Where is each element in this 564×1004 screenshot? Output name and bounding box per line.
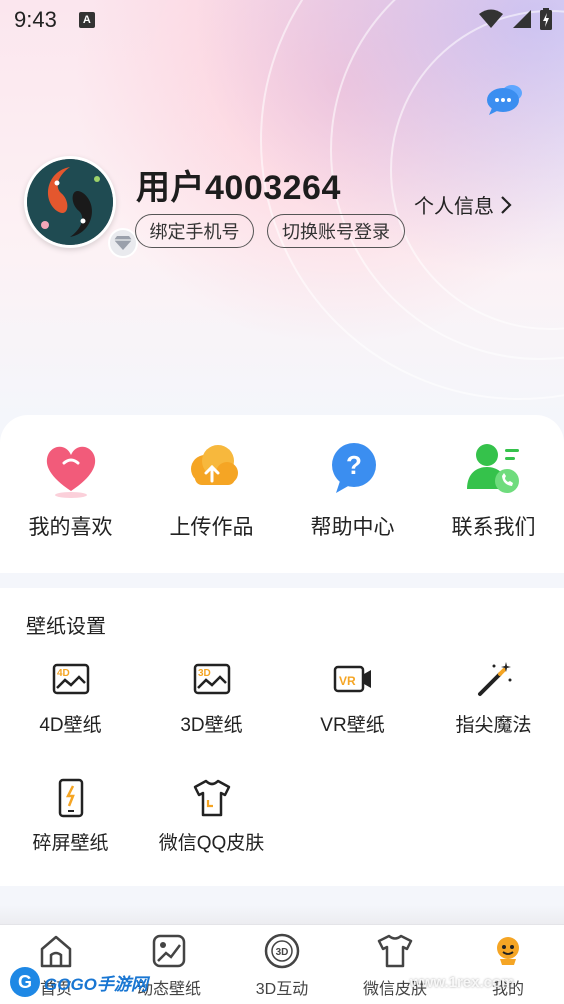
- setting-label: 3D壁纸: [180, 715, 243, 736]
- status-icons: [478, 8, 552, 30]
- wallpaper-settings-card: 壁纸设置 4D 4D壁纸 3D 3D壁纸 VR VR壁纸 指尖魔法 碎屏壁纸 微…: [0, 588, 564, 886]
- heart-icon: [46, 446, 95, 498]
- avatar[interactable]: [24, 156, 116, 248]
- username: 用户4003264: [136, 169, 341, 207]
- watermark-logo: G GOGO手游网: [10, 964, 148, 1000]
- koi-fish-avatar-icon: [27, 159, 113, 245]
- vr-camera-icon: VR: [333, 665, 371, 693]
- chevron-right-icon: [501, 195, 512, 214]
- setting-label: 4D壁纸: [39, 715, 102, 736]
- quick-action-help[interactable]: ? 帮助中心: [282, 437, 423, 547]
- wifi-icon: [479, 9, 503, 28]
- svg-text:3D: 3D: [276, 947, 289, 958]
- setting-fingertip-magic[interactable]: 指尖魔法: [423, 660, 564, 750]
- setting-cracked-screen[interactable]: 碎屏壁纸: [0, 778, 141, 868]
- profile-section: 用户4003264 绑定手机号 切换账号登录 个人信息: [24, 156, 544, 266]
- svg-text:VR: VR: [339, 674, 356, 688]
- personal-info-label: 个人信息: [414, 196, 494, 218]
- quick-actions-card: 我的喜欢 上传作品 ? 帮助中心 联系我们: [0, 415, 564, 573]
- 3d-circle-icon: 3D: [264, 933, 300, 969]
- nav-wechat-skin[interactable]: 微信皮肤: [339, 933, 451, 1003]
- cellular-signal-icon: [513, 10, 531, 28]
- setting-label: 指尖魔法: [455, 715, 532, 736]
- nav-mine[interactable]: 我的: [452, 933, 564, 1003]
- section-title: 壁纸设置: [26, 616, 106, 638]
- tshirt-icon: [377, 934, 413, 968]
- magic-wand-icon: [477, 662, 511, 696]
- setting-4d-wallpaper[interactable]: 4D 4D壁纸: [0, 660, 141, 750]
- watermark-url: www.1rex.com: [410, 974, 515, 991]
- nav-label: 3D互动: [255, 981, 309, 998]
- setting-label: VR壁纸: [320, 715, 385, 736]
- tshirt-icon: [193, 779, 230, 817]
- watermark-g-icon: G: [10, 967, 40, 997]
- quick-action-label: 帮助中心: [310, 516, 395, 539]
- divider: [0, 905, 564, 925]
- switch-account-button[interactable]: 切换账号登录: [267, 214, 405, 248]
- svg-text:?: ?: [346, 450, 362, 480]
- mine-icon: [497, 937, 519, 965]
- setting-vr-wallpaper[interactable]: VR VR壁纸: [282, 660, 423, 750]
- status-bar: 9:43 A: [0, 0, 564, 40]
- nav-3d-interactive[interactable]: 3D 3D互动: [226, 933, 338, 1003]
- setting-wechat-qq-skin[interactable]: 微信QQ皮肤: [141, 778, 282, 868]
- setting-3d-wallpaper[interactable]: 3D 3D壁纸: [141, 660, 282, 750]
- help-bubble-icon: ?: [331, 443, 376, 493]
- chat-bubble-icon: [487, 85, 522, 115]
- setting-label: 微信QQ皮肤: [158, 833, 265, 854]
- 3d-frame-icon: 3D: [193, 663, 230, 695]
- contact-phone-icon: [466, 444, 519, 493]
- dynamic-wallpaper-icon: [152, 934, 186, 968]
- bind-phone-button[interactable]: 绑定手机号: [135, 214, 254, 248]
- cloud-upload-icon: [190, 445, 238, 485]
- cracked-phone-icon: [58, 778, 83, 818]
- battery-icon: [540, 8, 552, 30]
- diamond-icon: [114, 236, 132, 250]
- watermark-text: GOGO手游网: [44, 974, 148, 994]
- vip-diamond-badge: [108, 228, 138, 258]
- status-time: 9:43: [14, 7, 57, 32]
- quick-action-contact[interactable]: 联系我们: [423, 437, 564, 547]
- notification-a-icon: A: [78, 12, 95, 28]
- message-bubble-button[interactable]: [484, 82, 526, 118]
- 4d-frame-icon: 4D: [52, 663, 89, 695]
- quick-action-label: 上传作品: [169, 516, 254, 539]
- quick-action-favorites[interactable]: 我的喜欢: [0, 437, 141, 547]
- svg-text:3D: 3D: [198, 668, 211, 679]
- quick-action-label: 我的喜欢: [28, 516, 113, 539]
- personal-info-link[interactable]: 个人信息: [414, 190, 512, 219]
- setting-label: 碎屏壁纸: [32, 833, 109, 854]
- quick-action-upload[interactable]: 上传作品: [141, 437, 282, 547]
- svg-text:4D: 4D: [57, 668, 70, 679]
- quick-action-label: 联系我们: [451, 516, 536, 539]
